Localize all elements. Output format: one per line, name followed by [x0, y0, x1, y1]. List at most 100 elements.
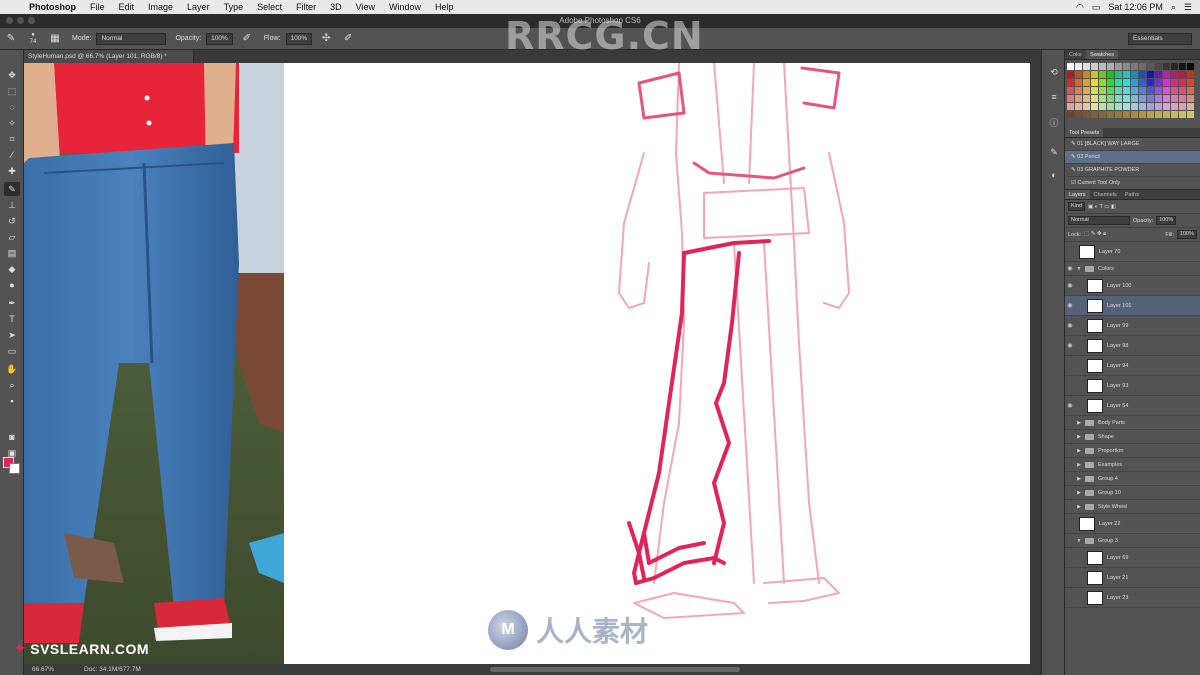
color-swatch[interactable]: [1107, 87, 1114, 94]
color-swatch[interactable]: [1075, 103, 1082, 110]
color-swatch[interactable]: [1187, 79, 1194, 86]
crop-tool-icon[interactable]: ⌗: [4, 132, 20, 146]
color-swatch[interactable]: [1067, 79, 1074, 86]
tab-tool-presets[interactable]: Tool Presets: [1065, 128, 1104, 137]
battery-icon[interactable]: ▭: [1092, 2, 1101, 13]
visibility-eye-icon[interactable]: ◉: [1065, 342, 1075, 349]
color-swatch[interactable]: [1187, 71, 1194, 78]
color-swatch[interactable]: [1131, 63, 1138, 70]
color-swatch[interactable]: [1099, 95, 1106, 102]
canvas-area[interactable]: [24, 62, 1030, 665]
color-swatch[interactable]: [1179, 63, 1186, 70]
layer-group-row[interactable]: ▶ Body Parts: [1065, 416, 1200, 430]
color-swatch[interactable]: [1075, 71, 1082, 78]
color-swatch[interactable]: [1155, 63, 1162, 70]
color-swatch[interactable]: [1099, 63, 1106, 70]
layer-row[interactable]: ◉ Layer 99: [1065, 316, 1200, 336]
menu-view[interactable]: View: [349, 2, 382, 12]
color-swatch[interactable]: [1155, 103, 1162, 110]
menu-image[interactable]: Image: [141, 2, 180, 12]
zoom-level[interactable]: 66.67%: [32, 666, 54, 673]
tab-swatches[interactable]: Swatches: [1086, 50, 1119, 59]
color-swatch[interactable]: [1155, 79, 1162, 86]
layer-group-row[interactable]: ◉ ▼ Colors: [1065, 262, 1200, 276]
color-swatch[interactable]: [1099, 111, 1106, 118]
color-swatch[interactable]: [1139, 103, 1146, 110]
layer-row[interactable]: ◉ Layer 98: [1065, 336, 1200, 356]
color-swatch[interactable]: [1163, 71, 1170, 78]
color-swatch[interactable]: [1139, 71, 1146, 78]
color-swatch[interactable]: [1139, 87, 1146, 94]
chevron-right-icon[interactable]: ▶: [1075, 504, 1083, 510]
menu-type[interactable]: Type: [217, 2, 251, 12]
opacity-field[interactable]: 100%: [206, 32, 233, 45]
visibility-eye-icon[interactable]: ◉: [1065, 265, 1075, 272]
hand-tool-icon[interactable]: ✋: [4, 362, 20, 376]
pen-tool-icon[interactable]: ✒: [4, 296, 20, 310]
default-colors-icon[interactable]: ▪: [4, 394, 20, 408]
chevron-right-icon[interactable]: ▶: [1075, 476, 1083, 482]
current-tool-only-checkbox[interactable]: ☑ Current Tool Only: [1065, 177, 1200, 190]
horizontal-scrollbar[interactable]: [490, 667, 740, 672]
minimize-icon[interactable]: [17, 17, 24, 24]
color-swatch[interactable]: [1075, 63, 1082, 70]
brush-panel-strip-icon[interactable]: ✎: [1047, 145, 1061, 159]
move-tool-icon[interactable]: ✥: [4, 68, 20, 82]
color-swatch[interactable]: [1163, 87, 1170, 94]
color-swatch[interactable]: [1163, 103, 1170, 110]
layer-row[interactable]: Layer 21: [1065, 568, 1200, 588]
tab-color[interactable]: Color: [1065, 50, 1086, 59]
color-swatch[interactable]: [1075, 111, 1082, 118]
color-swatch[interactable]: [1155, 87, 1162, 94]
color-swatch[interactable]: [1091, 111, 1098, 118]
color-swatch[interactable]: [1075, 79, 1082, 86]
color-swatch[interactable]: [1115, 95, 1122, 102]
lock-icons[interactable]: ⬚ ✎ ✥ 🔒︎: [1084, 231, 1106, 238]
preset-item[interactable]: ✎ 01 [BLACK] WAY LARGE: [1065, 138, 1200, 151]
menu-app[interactable]: Photoshop: [22, 2, 83, 12]
color-swatch[interactable]: [1163, 79, 1170, 86]
color-swatch[interactable]: [1099, 87, 1106, 94]
layer-group-row[interactable]: ▼ Group 3: [1065, 534, 1200, 548]
color-swatch[interactable]: [1147, 103, 1154, 110]
chevron-right-icon[interactable]: ▶: [1075, 462, 1083, 468]
type-tool-icon[interactable]: T: [4, 312, 20, 326]
tab-channels[interactable]: Channels: [1090, 190, 1121, 199]
dodge-tool-icon[interactable]: ●: [4, 278, 20, 292]
eraser-tool-icon[interactable]: ▱: [4, 230, 20, 244]
quick-select-tool-icon[interactable]: ✧: [4, 116, 20, 130]
color-swatch[interactable]: [1139, 63, 1146, 70]
color-swatch[interactable]: [1123, 103, 1130, 110]
marquee-tool-icon[interactable]: ⬚: [4, 84, 20, 98]
color-swatch[interactable]: [1163, 111, 1170, 118]
layer-group-row[interactable]: ▶ Group 10: [1065, 486, 1200, 500]
zoom-tool-icon[interactable]: ⌕: [4, 378, 20, 392]
color-swatch[interactable]: [1139, 79, 1146, 86]
tab-paths[interactable]: Paths: [1121, 190, 1143, 199]
color-swatch[interactable]: [1075, 95, 1082, 102]
color-swatch[interactable]: [1171, 63, 1178, 70]
menu-layer[interactable]: Layer: [180, 2, 217, 12]
color-swatch[interactable]: [1083, 111, 1090, 118]
color-swatch[interactable]: [1187, 103, 1194, 110]
layer-group-row[interactable]: ▶ Proportion: [1065, 444, 1200, 458]
info-icon[interactable]: ⓘ: [1047, 115, 1061, 129]
color-swatch[interactable]: [1147, 111, 1154, 118]
color-swatch[interactable]: [1075, 87, 1082, 94]
color-swatch[interactable]: [1123, 111, 1130, 118]
color-swatch[interactable]: [1187, 95, 1194, 102]
chevron-right-icon[interactable]: ▶: [1075, 434, 1083, 440]
preset-item[interactable]: ✎ 03 Pencil: [1065, 151, 1200, 164]
chevron-right-icon[interactable]: ▶: [1075, 420, 1083, 426]
properties-icon[interactable]: ≡: [1047, 90, 1061, 104]
color-swatch[interactable]: [1091, 95, 1098, 102]
layer-row[interactable]: Layer 23: [1065, 588, 1200, 608]
layer-group-row[interactable]: ▶ Style Wheel: [1065, 500, 1200, 514]
color-swatch[interactable]: [1123, 71, 1130, 78]
color-swatch[interactable]: [1107, 111, 1114, 118]
layer-group-row[interactable]: ▶ Group 4: [1065, 472, 1200, 486]
pressure-size-icon[interactable]: ✐: [339, 31, 357, 47]
color-swatch[interactable]: [1083, 87, 1090, 94]
color-swatch[interactable]: [1107, 103, 1114, 110]
swatches-grid[interactable]: [1065, 60, 1200, 128]
